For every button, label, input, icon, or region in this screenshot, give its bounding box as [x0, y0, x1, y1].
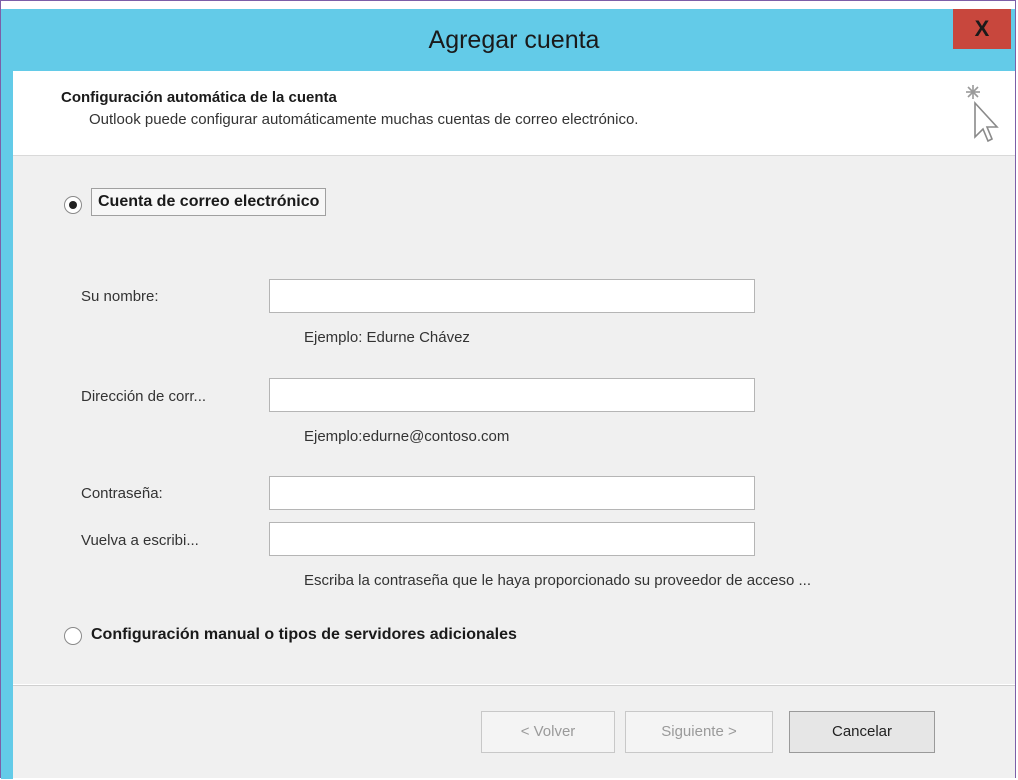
dialog-body: Cuenta de correo electrónico Su nombre: …: [13, 156, 1015, 684]
add-account-dialog: Agregar cuenta X Configuración automátic…: [0, 0, 1016, 779]
sparkle-cursor-icon: [966, 85, 999, 143]
password-field[interactable]: [269, 476, 755, 510]
title-bar[interactable]: Agregar cuenta X: [13, 9, 1015, 71]
email-field[interactable]: [269, 378, 755, 412]
cancel-button[interactable]: Cancelar: [789, 711, 935, 753]
header-subtitle: Outlook puede configurar automáticamente…: [89, 111, 639, 128]
next-button[interactable]: Siguiente >: [625, 711, 773, 753]
dialog-footer: < Volver Siguiente > Cancelar: [13, 685, 1015, 778]
dialog-header: Configuración automática de la cuenta Ou…: [13, 71, 1015, 156]
email-label: Dirección de corr...: [81, 388, 207, 405]
name-hint: Ejemplo: Edurne Chávez: [304, 329, 470, 346]
name-field[interactable]: [269, 279, 755, 313]
name-label: Su nombre:: [81, 288, 159, 305]
password-hint: Escriba la contraseña que le haya propor…: [304, 572, 811, 589]
retype-password-label: Vuelva a escribi...: [81, 532, 199, 549]
window-border: [1, 9, 13, 779]
password-label: Contraseña:: [81, 485, 163, 502]
email-account-label[interactable]: Cuenta de correo electrónico: [91, 188, 327, 216]
back-button[interactable]: < Volver: [481, 711, 615, 753]
manual-config-radio[interactable]: [64, 627, 82, 645]
header-title: Configuración automática de la cuenta: [61, 89, 337, 106]
retype-password-field[interactable]: [269, 522, 755, 556]
window-title: Agregar cuenta: [428, 26, 600, 54]
email-hint: Ejemplo:edurne@contoso.com: [304, 428, 510, 445]
email-account-radio[interactable]: [64, 196, 82, 214]
manual-config-label[interactable]: Configuración manual o tipos de servidor…: [91, 626, 517, 644]
close-button[interactable]: X: [953, 9, 1011, 49]
